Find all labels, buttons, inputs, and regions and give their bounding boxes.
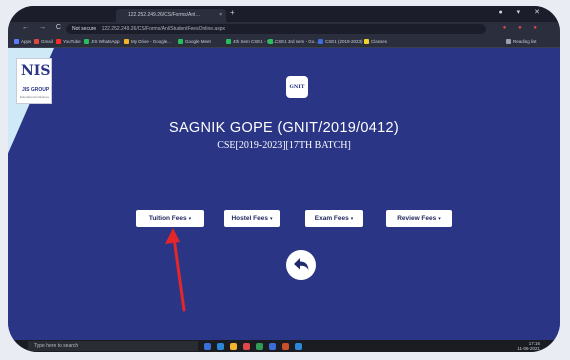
- powerpoint-icon[interactable]: [282, 342, 289, 350]
- red-annotation-arrow: [165, 228, 186, 312]
- bookmark-icon: [318, 39, 323, 44]
- bookmark-label: Reading list: [513, 39, 537, 44]
- bookmark-item[interactable]: My Drive - Google...: [124, 38, 171, 46]
- bookmark-icon: [506, 39, 511, 44]
- bookmark-icon: [178, 39, 183, 44]
- url-field[interactable]: Not secure 122.252.249.26/CS/Forms/Anl/S…: [66, 24, 486, 34]
- bookmark-item[interactable]: YouTube: [56, 38, 81, 46]
- vscode-icon[interactable]: [295, 342, 302, 350]
- bookmark-item[interactable]: Apps: [14, 38, 31, 46]
- bookmark-item[interactable]: Gmail: [34, 38, 53, 46]
- screen-frame: 122.252.249.26/CS/Forms/Anl… × + ● ▾ ✕ ←…: [8, 6, 560, 352]
- bookmark-item[interactable]: Reading list: [506, 38, 537, 46]
- nav-buttons[interactable]: ← → C: [22, 24, 65, 31]
- system-tray[interactable]: 17:16 11-06-2021: [517, 341, 540, 351]
- taskbar-apps: [204, 340, 302, 352]
- url-text: 122.252.249.26/CS/Forms/Anl/StudentFeesO…: [101, 26, 225, 32]
- bookmarks-bar: Apps Gmail YouTube JIS WhatsApp My Drive - G…: [8, 36, 560, 48]
- bookmark-icon: [364, 39, 369, 44]
- taskbar-search-input[interactable]: Type here to search: [28, 341, 198, 351]
- bookmark-icon: [84, 39, 89, 44]
- window-controls[interactable]: ● ▾ ✕: [499, 8, 547, 16]
- not-secure-label: Not secure: [72, 26, 97, 32]
- excel-icon[interactable]: [256, 342, 263, 350]
- address-bar: ← → C Not secure 122.252.249.26/CS/Forms…: [8, 22, 560, 36]
- windows-taskbar: Type here to search 17:16 11-06-2021: [8, 340, 560, 352]
- new-tab-button[interactable]: +: [230, 8, 235, 17]
- edge-icon[interactable]: [217, 342, 224, 350]
- file-explorer-icon[interactable]: [230, 342, 237, 350]
- bookmark-item[interactable]: CSE1 (2019-2023) B...: [318, 38, 371, 46]
- extension-icons[interactable]: ● ● ●: [503, 25, 542, 31]
- chrome-icon[interactable]: [243, 342, 250, 350]
- bookmark-icon: [226, 39, 231, 44]
- bookmark-icon: [56, 39, 61, 44]
- bookmark-label: JIS WhatsApp: [91, 39, 120, 44]
- bookmark-label: Classes: [371, 39, 388, 44]
- close-icon[interactable]: ×: [219, 9, 222, 22]
- bookmark-label: My Drive - Google...: [131, 39, 172, 44]
- bookmark-item[interactable]: CSE1 3rd sem - Go...: [268, 38, 318, 46]
- clock-date: 11-06-2021: [517, 346, 540, 351]
- bookmark-icon: [34, 39, 39, 44]
- bookmark-icon: [124, 39, 129, 44]
- bookmark-label: Gmail: [41, 39, 53, 44]
- bookmark-label: Google Meet: [185, 39, 211, 44]
- bookmark-label: CSE1 3rd sem - Go...: [275, 39, 319, 44]
- bookmark-item[interactable]: JIS WhatsApp: [84, 38, 120, 46]
- bookmark-item[interactable]: Google Meet: [178, 38, 211, 46]
- fees-page: NIS JIS GROUP Educational Initiatives GN…: [8, 48, 560, 340]
- bookmark-item[interactable]: Classes: [364, 38, 387, 46]
- browser-tab-strip: 122.252.249.26/CS/Forms/Anl… × + ● ▾ ✕: [8, 6, 560, 22]
- word-icon[interactable]: [269, 342, 276, 350]
- tab-title: 122.252.249.26/CS/Forms/Anl…: [128, 12, 201, 18]
- bookmark-icon: [268, 39, 273, 44]
- task-view-icon[interactable]: [204, 342, 211, 350]
- browser-tab[interactable]: 122.252.249.26/CS/Forms/Anl… ×: [116, 9, 226, 22]
- bookmark-label: YouTube: [63, 39, 81, 44]
- bookmark-label: Apps: [21, 39, 32, 44]
- bookmark-icon: [14, 39, 19, 44]
